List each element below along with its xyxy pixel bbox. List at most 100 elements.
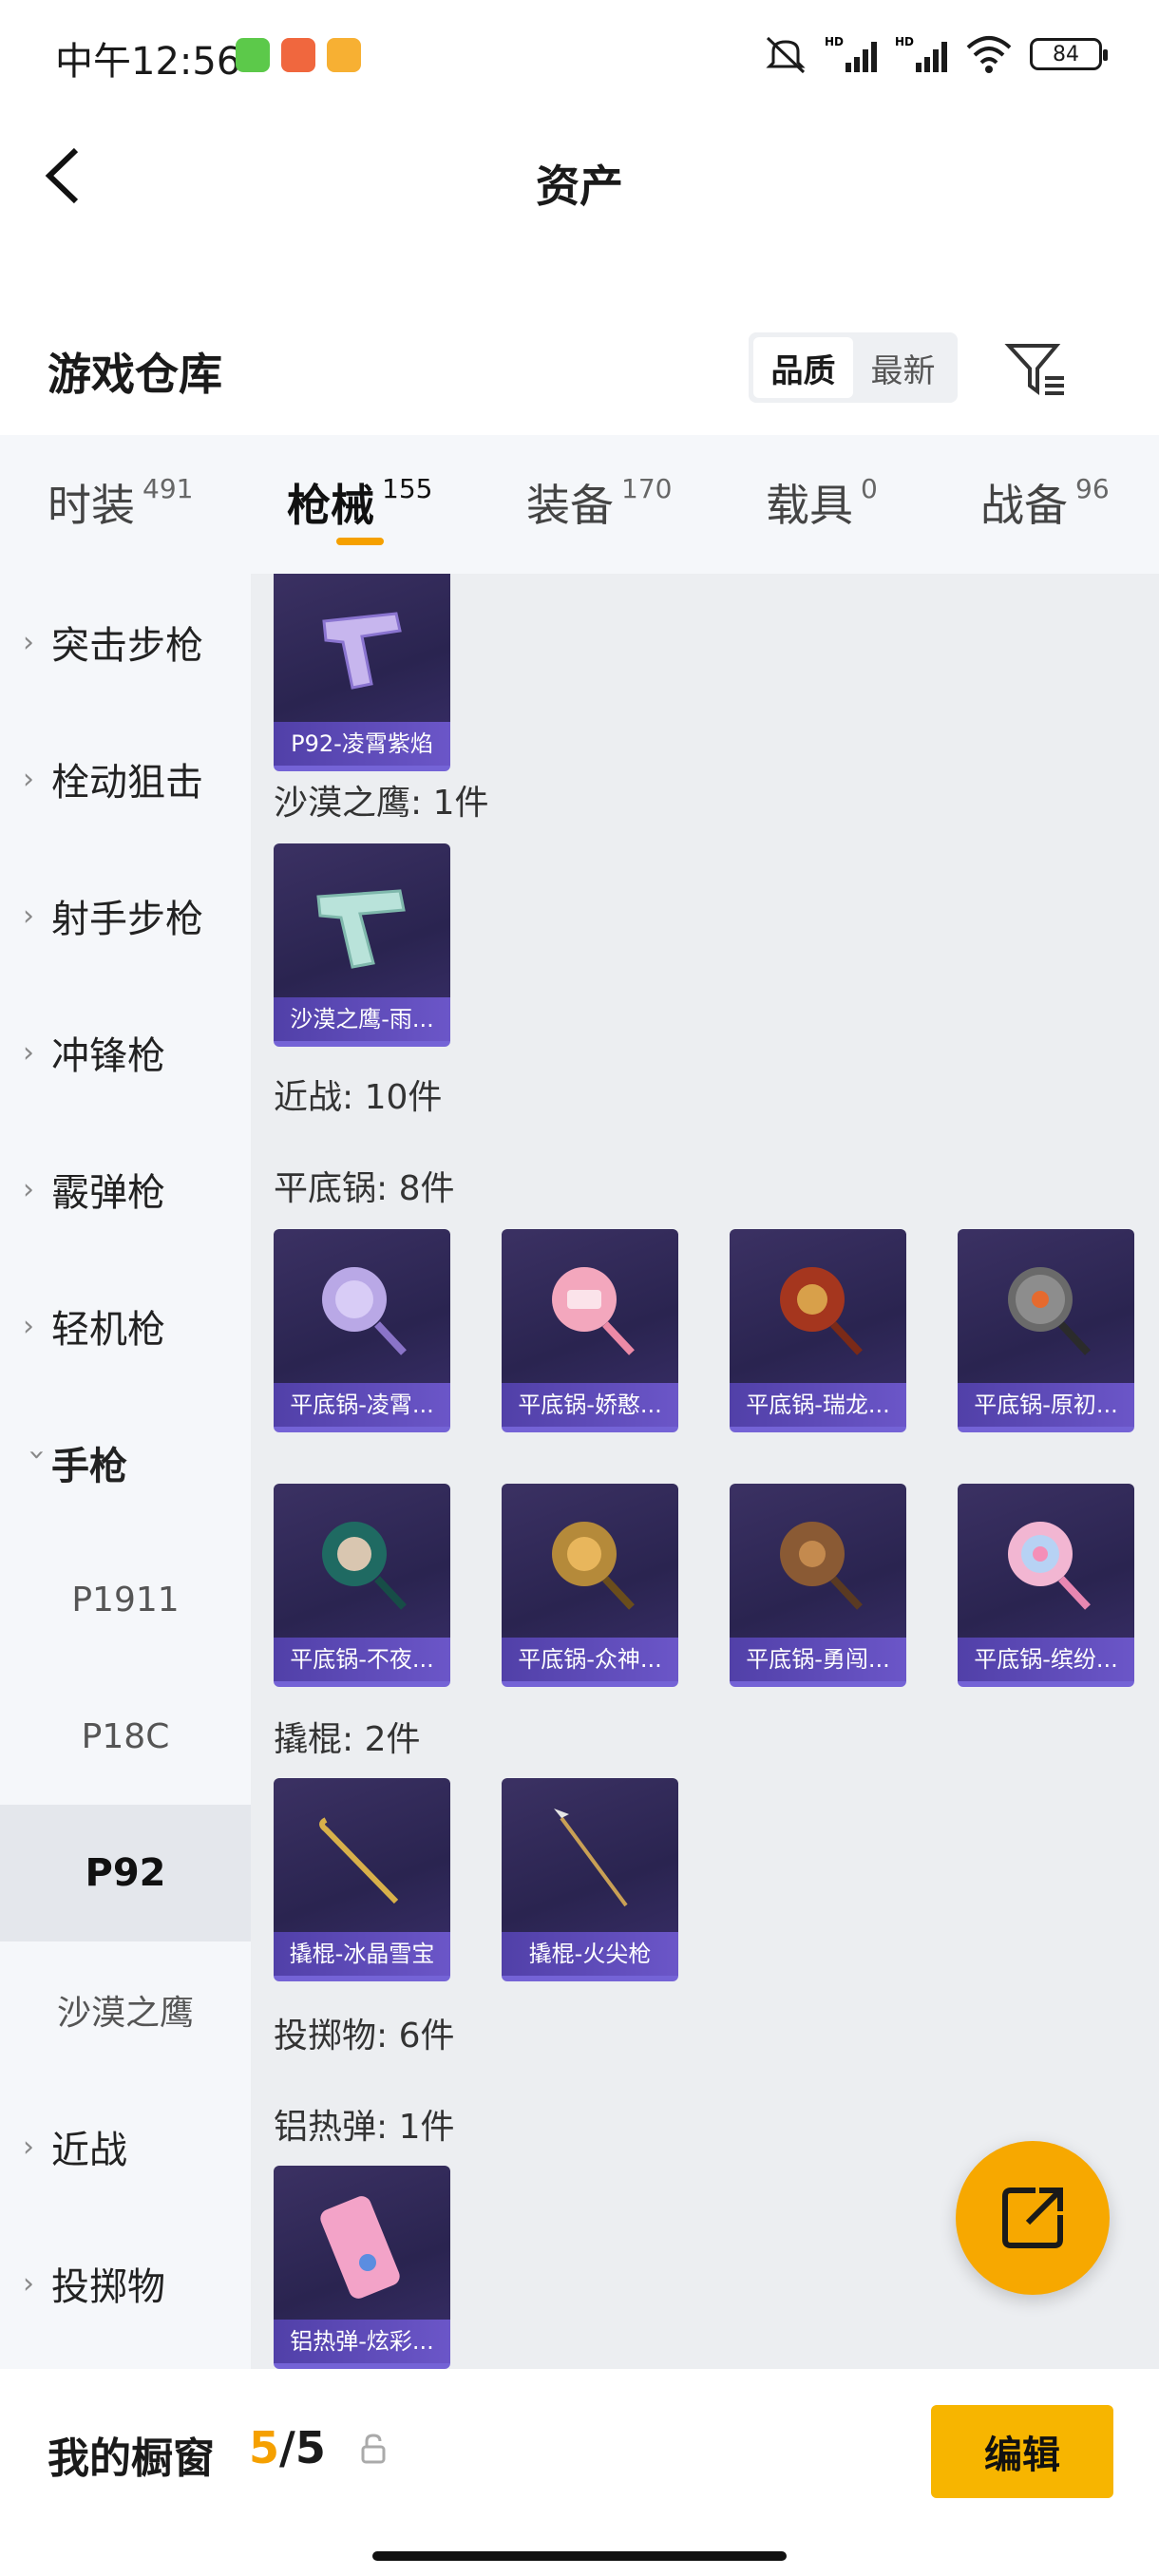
tab-count: 0 [861,473,878,504]
tab-vehicles[interactable]: 载具 0 [766,471,878,534]
pan-teal-icon [322,1522,407,1610]
tab-count: 491 [142,473,194,504]
item-card-caption: 沙漠之鹰-雨... [274,997,450,1041]
group-label-melee: 近战: 10件 [274,1078,443,1117]
filter-button[interactable] [1003,336,1070,403]
pan-gold-icon [552,1522,635,1610]
tab-count: 155 [382,473,433,504]
pistol-purple-icon [322,612,402,690]
tab-count: 96 [1075,473,1110,504]
app-store-icon [281,38,315,72]
sidebar-item-label: 投掷物 [51,2265,165,2309]
item-card[interactable]: 铝热弹-炫彩... [274,2166,450,2369]
item-card[interactable]: 撬棍-火尖枪 [502,1778,678,1981]
group-label-crowbar: 撬棍: 2件 [274,1720,421,1759]
chevron-right-icon: › [23,1035,34,1070]
item-card-caption: 平底锅-众神... [502,1638,678,1681]
item-card[interactable]: 平底锅-众神... [502,1484,678,1687]
spear-icon [554,1809,628,1907]
tab-label: 装备 [526,480,614,531]
sidebar-item-smg[interactable]: › 冲锋枪 [0,984,251,1121]
sidebar-item-label: P18C [81,1716,170,1756]
sidebar-item-label: P1911 [71,1580,180,1619]
item-card[interactable]: 平底锅-娇憨... [502,1229,678,1432]
sidebar-item-label: 栓动狙击 [51,761,203,805]
download-app-icon [236,38,270,72]
sidebar-item-label: 霰弹枪 [51,1171,165,1215]
tab-label: 时装 [48,480,135,531]
pan-lavender-icon [322,1267,407,1355]
item-card-caption: 撬棍-火尖枪 [502,1932,678,1976]
item-card[interactable]: 平底锅-原初... [958,1229,1134,1432]
chevron-right-icon: › [23,2130,34,2164]
sidebar-item-throwables[interactable]: › 投掷物 [0,2215,251,2352]
home-indicator[interactable] [372,2551,787,2561]
sidebar-item-lmg[interactable]: › 轻机枪 [0,1258,251,1394]
item-card-caption: 平底锅-勇闯... [730,1638,906,1681]
sidebar-item-label: 冲锋枪 [51,1034,165,1078]
tab-equipment[interactable]: 装备 170 [526,471,672,534]
chevron-right-icon: › [23,1172,34,1206]
sidebar-item-label: 射手步枪 [51,898,203,941]
pan-pink-icon [552,1267,635,1355]
chevron-down-icon: › [20,1449,54,1460]
lock-icon [361,2434,386,2464]
mute-icon [766,36,806,74]
sidebar-subitem-p18c[interactable]: P18C [0,1668,251,1805]
item-card[interactable]: 撬棍-冰晶雪宝 [274,1778,450,1981]
status-bar: 中午12:56 HD HD 84 [0,0,1159,114]
pan-grey-icon [1008,1267,1091,1355]
item-card-caption: 平底锅-瑞龙... [730,1383,906,1427]
notification-icons [236,38,361,72]
item-card[interactable]: P92-凌霄紫焰 [274,574,450,771]
sidebar-subitem-p1911[interactable]: P1911 [0,1531,251,1668]
sidebar-item-shotgun[interactable]: › 霰弹枪 [0,1121,251,1258]
item-card[interactable]: 平底锅-瑞龙... [730,1229,906,1432]
svg-text:HD: HD [825,35,844,48]
sidebar-item-marksman-rifle[interactable]: › 射手步枪 [0,847,251,984]
sort-option-newest[interactable]: 最新 [853,337,953,398]
tab-fashion[interactable]: 时装 491 [48,471,193,534]
sidebar-item-label: 手枪 [51,1445,127,1488]
tab-weapons[interactable]: 枪械 155 [287,471,432,534]
thermite-pink-icon [320,2196,400,2299]
item-grid: P92-凌霄紫焰 沙漠之鹰: 1件 沙漠之鹰-雨... 近战: 10件 平底锅:… [251,574,1159,2369]
sidebar-subitem-p92[interactable]: P92 [0,1805,251,1941]
item-card[interactable]: 平底锅-不夜... [274,1484,450,1687]
tab-supplies[interactable]: 战备 96 [980,471,1110,534]
top-nav: 资产 [0,114,1159,237]
item-card[interactable]: 平底锅-勇闯... [730,1484,906,1687]
sidebar-item-assault-rifle[interactable]: › 突击步枪 [0,574,251,710]
chevron-right-icon: › [23,625,34,659]
pan-bronze-icon [780,1522,863,1610]
pistol-mint-icon [316,889,406,969]
sidebar-subitem-desert-eagle[interactable]: 沙漠之鹰 [0,1941,251,2078]
group-label-throwables: 投掷物: 6件 [274,2017,455,2055]
sort-toggle: 品质 最新 [749,332,958,403]
showcase-count-current: 5 [249,2422,280,2473]
item-card[interactable]: 平底锅-凌霄... [274,1229,450,1432]
crowbar-icon [319,1817,399,1904]
sort-option-quality[interactable]: 品质 [753,337,853,398]
signal-hd-icon: HD [825,35,877,72]
tab-label: 载具 [766,480,853,531]
sidebar-item-label: 轻机枪 [51,1308,165,1352]
item-card[interactable]: 平底锅-缤纷... [958,1484,1134,1687]
item-card-caption: 铝热弹-炫彩... [274,2320,450,2363]
edit-button[interactable]: 编辑 [931,2405,1113,2498]
sidebar-item-bolt-sniper[interactable]: › 栓动狙击 [0,710,251,847]
sidebar-item-pistol[interactable]: › 手枪 [0,1394,251,1531]
share-button[interactable] [956,2141,1110,2295]
status-time: 中午12:56 [55,40,241,84]
warehouse-header: 游戏仓库 品质 最新 [0,313,1159,427]
item-card[interactable]: 沙漠之鹰-雨... [274,843,450,1047]
filter-icon [1004,344,1064,395]
tab-label: 战备 [980,480,1068,531]
signal-hd-icon-2: HD [895,35,947,72]
sidebar-item-melee[interactable]: › 近战 [0,2078,251,2215]
sidebar-item-label: 近战 [51,2129,127,2172]
wifi-icon [966,36,1012,73]
page-title: 资产 [536,161,623,212]
item-card-caption: 平底锅-凌霄... [274,1383,450,1427]
external-link-icon [1002,2188,1063,2248]
